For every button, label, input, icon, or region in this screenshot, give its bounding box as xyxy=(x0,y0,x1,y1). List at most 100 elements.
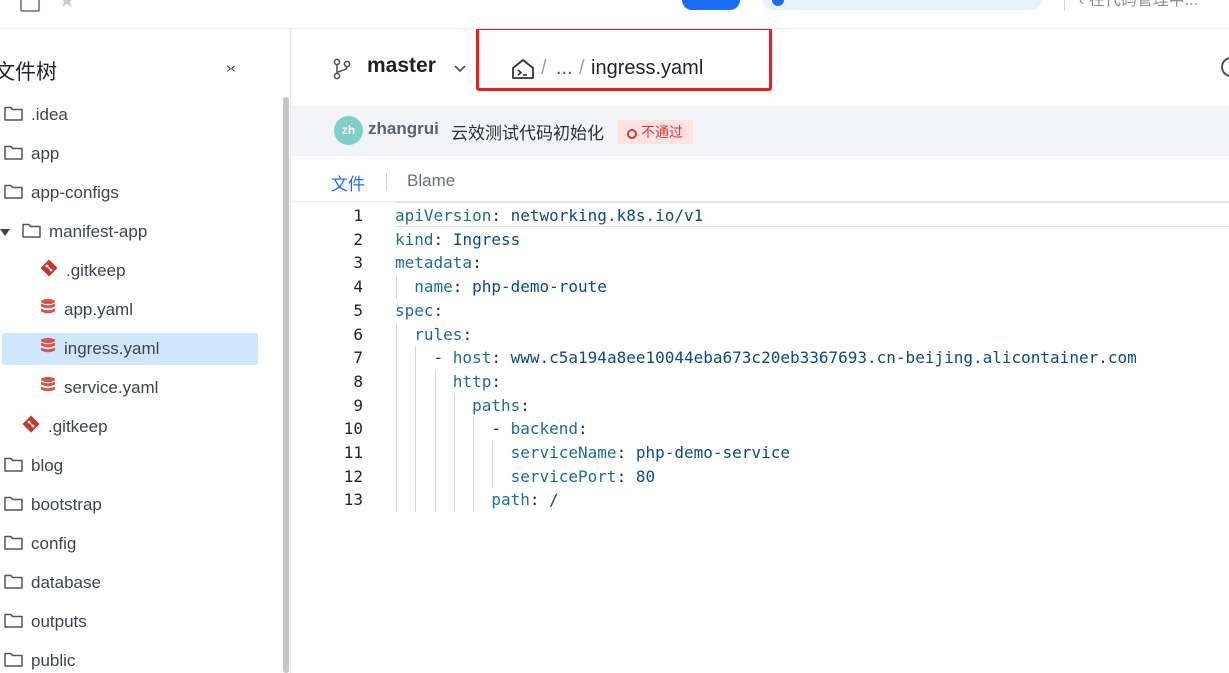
tree-item[interactable]: outputs xyxy=(4,606,87,638)
line-number[interactable]: 4 xyxy=(321,275,363,299)
status-badge[interactable]: 不通过 xyxy=(618,120,693,144)
folder-open-icon xyxy=(22,217,41,249)
tree-item-label: blog xyxy=(31,456,64,475)
yaml-value: 80 xyxy=(635,466,656,486)
branch-icon xyxy=(333,58,351,80)
folder-icon xyxy=(4,451,23,483)
line-number[interactable]: 7 xyxy=(321,346,363,370)
tree-item-label: app.yaml xyxy=(64,300,133,319)
tree-item-label: database xyxy=(31,573,101,592)
tree-item[interactable]: .gitkeep xyxy=(22,411,108,443)
tree-item[interactable]: .idea xyxy=(4,99,68,131)
line-number[interactable]: 6 xyxy=(321,323,363,347)
branch-selector[interactable]: master xyxy=(367,54,436,78)
info-icon xyxy=(772,0,784,6)
database-icon xyxy=(40,373,56,405)
breadcrumb-ellipsis[interactable]: ... xyxy=(556,57,573,80)
code-text: metadata: xyxy=(395,253,482,273)
back-icon[interactable]: ‹ xyxy=(1079,0,1089,9)
code-text: path: / xyxy=(491,490,559,510)
star-icon[interactable]: ★ xyxy=(58,0,76,12)
tree-item-label: manifest-app xyxy=(49,222,148,241)
yaml-key: metadata xyxy=(395,253,473,273)
chevron-down-icon[interactable] xyxy=(452,60,468,76)
status-fail-icon xyxy=(627,129,637,139)
tree-item-label: .idea xyxy=(31,105,68,124)
tree-item-label: service.yaml xyxy=(64,378,159,397)
indent-guide xyxy=(396,322,397,513)
tree-item-label: .gitkeep xyxy=(48,417,108,436)
line-number[interactable]: 3 xyxy=(321,251,363,275)
tree-item[interactable]: config xyxy=(4,528,76,560)
tab-file[interactable]: 文件 xyxy=(331,170,365,195)
yaml-key: host xyxy=(452,348,492,368)
code-text: spec: xyxy=(395,300,444,320)
tree-item[interactable]: app.yaml xyxy=(40,294,133,326)
header-right-link[interactable]: ‹ 在代码管理中... xyxy=(1064,0,1199,11)
code-text: rules: xyxy=(414,324,473,344)
yaml-key: paths xyxy=(472,395,521,415)
yaml-value: www.c5a194a8ee10044eba673c20eb3367693.cn… xyxy=(510,348,1137,368)
tree-item[interactable]: database xyxy=(4,567,101,599)
yaml-key: http xyxy=(452,371,492,391)
yaml-value: php-demo-service xyxy=(635,443,790,462)
line-number[interactable]: 9 xyxy=(321,394,363,418)
line-number[interactable]: 13 xyxy=(321,488,363,512)
database-icon xyxy=(40,334,56,366)
line-number[interactable]: 11 xyxy=(321,441,363,465)
file-tree-sidebar: 文件树 ›‹ .idea app app-configs manifest-app .g… xyxy=(0,29,291,673)
file-viewer: master / ... / ingress.yaml zh zhangrui … xyxy=(291,29,1229,673)
yaml-value: php-demo-route xyxy=(472,277,607,297)
tree-item[interactable]: service.yaml xyxy=(40,372,158,404)
commit-message[interactable]: 云效测试代码初始化 xyxy=(451,119,604,144)
database-icon xyxy=(40,295,56,327)
breadcrumb-separator: / xyxy=(579,57,585,79)
yaml-value: / xyxy=(549,490,559,510)
tree-item-label: ingress.yaml xyxy=(64,339,160,358)
tree-item[interactable]: app-configs xyxy=(4,177,119,209)
line-number[interactable]: 8 xyxy=(321,370,363,394)
caret-down-icon[interactable] xyxy=(0,229,10,236)
yaml-value: networking.k8s.io/v1 xyxy=(510,206,704,225)
line-number[interactable]: 5 xyxy=(321,299,363,323)
repo-home-icon[interactable] xyxy=(511,58,535,80)
tree-item-label: app xyxy=(31,144,60,163)
yaml-value: Ingress xyxy=(452,229,521,249)
tree-item[interactable]: ingress.yaml xyxy=(2,333,258,365)
yaml-key: serviceName xyxy=(510,443,617,462)
avatar[interactable]: zh xyxy=(334,116,363,145)
folder-icon xyxy=(4,490,23,522)
header-primary-button[interactable] xyxy=(682,0,740,10)
breadcrumb-current-file: ingress.yaml xyxy=(591,57,704,79)
tree-item[interactable]: public xyxy=(4,645,75,673)
yaml-key: apiVersion xyxy=(395,206,492,225)
code-text: http: xyxy=(452,371,501,391)
line-number[interactable]: 10 xyxy=(321,417,363,441)
tab-blame[interactable]: Blame xyxy=(407,171,455,191)
search-icon[interactable] xyxy=(1221,57,1229,77)
tree-item[interactable]: bootstrap xyxy=(4,489,102,521)
grid-icon[interactable] xyxy=(20,0,40,12)
commit-author[interactable]: zhangrui xyxy=(368,119,439,139)
sidebar-scrollbar[interactable] xyxy=(283,97,289,673)
tree-item[interactable]: app xyxy=(4,138,59,170)
collapse-sidebar-button[interactable]: ›‹ xyxy=(226,59,236,77)
tree-item-label: public xyxy=(31,651,76,670)
tree-item[interactable]: blog xyxy=(4,450,63,482)
git-icon xyxy=(22,412,40,444)
tree-item-label: bootstrap xyxy=(31,495,102,514)
yaml-key: name xyxy=(414,277,453,297)
line-number[interactable]: 2 xyxy=(321,228,363,252)
tree-item[interactable]: .gitkeep xyxy=(40,255,126,287)
line-number[interactable]: 1 xyxy=(321,204,363,228)
git-icon xyxy=(40,256,58,288)
indent-guide xyxy=(434,369,436,513)
indent-guide xyxy=(453,393,455,513)
line-number[interactable]: 12 xyxy=(321,465,363,489)
header-right-text: 在代码管理中... xyxy=(1088,0,1199,9)
status-badge-label: 不通过 xyxy=(641,124,683,140)
yaml-key: path xyxy=(491,490,530,510)
tree-item[interactable]: manifest-app xyxy=(0,216,148,249)
tree-item-label: .gitkeep xyxy=(66,261,126,280)
indent-guide xyxy=(473,417,475,513)
